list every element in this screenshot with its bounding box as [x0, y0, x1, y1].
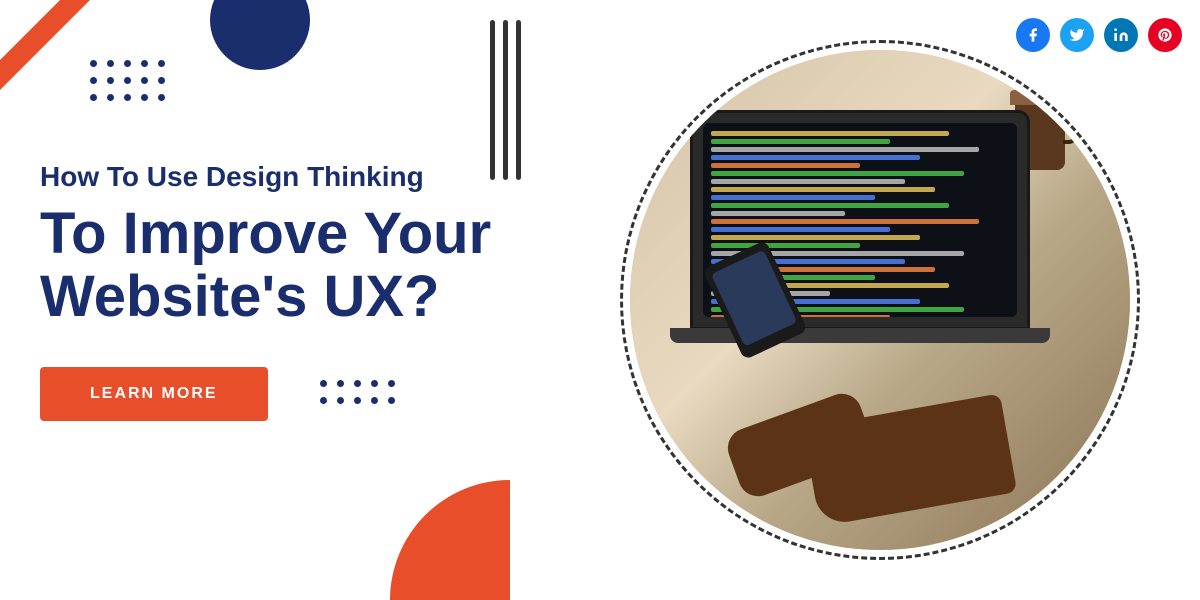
hands — [730, 350, 1010, 510]
title-line1: To Improve Your — [40, 201, 491, 266]
dot-grid-mid — [320, 380, 395, 404]
linkedin-icon[interactable] — [1104, 18, 1138, 52]
article-subtitle: How To Use Design Thinking — [40, 160, 530, 194]
circle-frame — [630, 50, 1130, 550]
social-bar — [1016, 18, 1182, 52]
circle-decoration-top — [210, 0, 310, 70]
triangle-inner — [0, 0, 60, 60]
facebook-icon[interactable] — [1016, 18, 1050, 52]
twitter-icon[interactable] — [1060, 18, 1094, 52]
vertical-lines-decoration — [490, 20, 521, 180]
title-line2: Website's UX? — [40, 264, 440, 329]
dot-grid-top — [90, 60, 165, 101]
hero-image — [630, 50, 1130, 550]
orange-decoration-bottom — [390, 480, 510, 600]
learn-more-button[interactable]: LEARN MORE — [40, 367, 268, 421]
left-content: How To Use Design Thinking To Improve Yo… — [0, 0, 560, 600]
right-content — [560, 0, 1200, 600]
laptop-base — [670, 328, 1050, 343]
pinterest-icon[interactable] — [1148, 18, 1182, 52]
laptop-scene — [630, 50, 1130, 550]
article-main-title: To Improve Your Website's UX? — [40, 202, 530, 330]
